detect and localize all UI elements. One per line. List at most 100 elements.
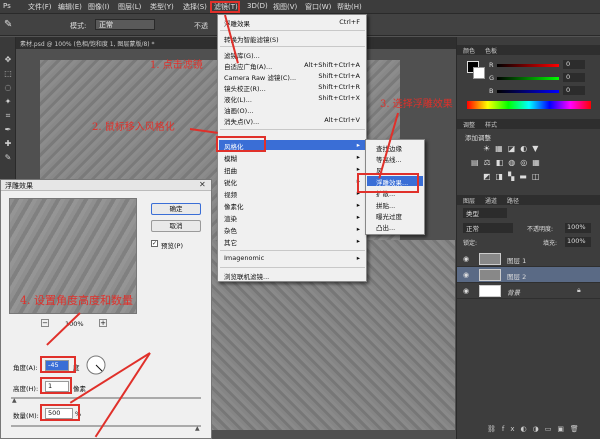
submenu-arrow-icon: ▸ xyxy=(356,237,360,245)
menu-select[interactable]: 选择(S) xyxy=(183,2,207,12)
tab-channels[interactable]: 通道 xyxy=(485,196,497,205)
layers-panel-tabs: 图层 通道 路径 xyxy=(457,195,600,205)
preview-checkbox[interactable]: ✓ xyxy=(151,240,158,247)
marquee-tool-icon[interactable]: ⬚ xyxy=(3,69,13,78)
menu-item-oil-paint[interactable]: 油画(O)... xyxy=(224,105,364,115)
r-value[interactable]: 0 xyxy=(563,60,585,69)
submenu-item-tiles[interactable]: 拼贴... xyxy=(376,200,395,210)
color-spectrum[interactable] xyxy=(467,101,591,109)
menu-item-noise[interactable]: 杂色 xyxy=(224,225,364,235)
menu-item-imagenomic[interactable]: Imagenomic xyxy=(224,254,364,262)
tab-layers[interactable]: 图层 xyxy=(463,196,475,205)
eye-icon[interactable]: ◉ xyxy=(463,255,469,263)
layer-row[interactable]: ◉ 背景 🔒︎ xyxy=(457,283,600,299)
document-tab[interactable]: 素材.psd @ 100% (色相/饱和度 1, 图层蒙版/8) * xyxy=(20,39,155,48)
adjust-icons-row-1[interactable]: ☀▦◪◐▼ xyxy=(483,144,575,154)
layer-name: 背景 xyxy=(507,289,520,297)
amount-slider[interactable] xyxy=(11,425,201,427)
menu-edit[interactable]: 编辑(E) xyxy=(58,2,82,12)
menu-3d[interactable]: 3D(D) xyxy=(247,2,268,10)
menu-item-distort[interactable]: 扭曲 xyxy=(224,165,364,175)
lasso-tool-icon[interactable]: ◌ xyxy=(3,83,13,92)
menu-window[interactable]: 窗口(W) xyxy=(305,2,331,12)
layer-kind-filter[interactable]: 类型 xyxy=(463,208,507,218)
r-slider[interactable] xyxy=(497,64,559,67)
highlight-box-filter-menu xyxy=(210,1,240,13)
blend-mode-select[interactable]: 正常 xyxy=(463,223,513,233)
menu-shortcut: Alt+Ctrl+V xyxy=(324,116,360,124)
cancel-button[interactable]: 取消 xyxy=(151,220,201,232)
layer-row[interactable]: ◉ 图层 1 xyxy=(457,251,600,267)
opacity-label: 不透 xyxy=(194,22,208,30)
menu-view[interactable]: 视图(V) xyxy=(273,2,297,12)
adjust-panel-tabs: 调整 样式 xyxy=(457,119,600,129)
menu-layer[interactable]: 图层(L) xyxy=(118,2,141,12)
b-value[interactable]: 0 xyxy=(563,86,585,95)
eyedropper-icon[interactable]: ✒ xyxy=(3,125,13,134)
mode-select[interactable]: 正常 xyxy=(95,19,155,30)
tab-color[interactable]: 颜色 xyxy=(463,46,475,55)
menu-image[interactable]: 图像(I) xyxy=(88,2,110,12)
menu-file[interactable]: 文件(F) xyxy=(28,2,52,12)
menu-shortcut: Shift+Ctrl+R xyxy=(318,83,360,91)
submenu-item-contour[interactable]: 等高线... xyxy=(376,154,402,164)
lock-label: 锁定: xyxy=(463,240,478,247)
layer-name: 图层 2 xyxy=(507,273,527,281)
menu-type[interactable]: 类型(Y) xyxy=(150,2,174,12)
menu-item-other[interactable]: 其它 xyxy=(224,237,364,247)
angle-dial[interactable] xyxy=(85,354,107,376)
brush-icon[interactable]: ✎ xyxy=(4,19,12,30)
menu-item-sharpen[interactable]: 锐化 xyxy=(224,177,364,187)
fill-value[interactable]: 100% xyxy=(565,237,591,247)
menu-shortcut: Shift+Ctrl+A xyxy=(318,72,360,80)
dialog-titlebar[interactable]: 浮雕效果 ✕ xyxy=(1,180,211,191)
zoom-in-icon[interactable]: + xyxy=(99,319,107,327)
menu-item-render[interactable]: 渲染 xyxy=(224,213,364,223)
menu-item-blur[interactable]: 模糊 xyxy=(224,153,364,163)
annotation-step-4: 4. 设置角度高度和数量 xyxy=(20,294,133,307)
submenu-item-solarize[interactable]: 曝光过度 xyxy=(376,211,402,221)
menu-separator xyxy=(220,267,365,268)
amount-label: 数量(M): xyxy=(13,412,39,420)
eye-icon[interactable]: ◉ xyxy=(463,287,469,295)
close-icon[interactable]: ✕ xyxy=(199,180,206,189)
layer-name: 图层 1 xyxy=(507,257,527,265)
height-slider-thumb[interactable]: ▲ xyxy=(12,397,17,404)
tab-styles[interactable]: 样式 xyxy=(485,120,497,129)
tab-swatches[interactable]: 色板 xyxy=(485,46,497,55)
height-slider[interactable] xyxy=(11,397,201,399)
menu-bar: Ps 文件(F) 编辑(E) 图像(I) 图层(L) 类型(Y) 选择(S) 滤… xyxy=(0,0,600,14)
color-panel-tabs: 颜色 色板 xyxy=(457,45,600,55)
eye-icon[interactable]: ◉ xyxy=(463,271,469,279)
brush-tool-icon[interactable]: ✎ xyxy=(3,153,13,162)
menu-item-video[interactable]: 视频 xyxy=(224,189,364,199)
layer-row-selected[interactable]: ◉ 图层 2 xyxy=(457,267,600,283)
g-slider[interactable] xyxy=(497,77,559,80)
b-slider[interactable] xyxy=(497,90,559,93)
submenu-arrow-icon: ▸ xyxy=(356,153,360,161)
layers-footer-icons[interactable]: ⛓fx◐◑▭▣🗑︎ xyxy=(487,425,597,435)
annotation-step-2: 2. 鼠标移入风格化 xyxy=(92,122,175,133)
move-tool-icon[interactable]: ✥ xyxy=(3,55,13,64)
menu-separator xyxy=(220,129,365,130)
ok-button[interactable]: 确定 xyxy=(151,203,201,215)
adjust-icons-row-3[interactable]: ◩◨▚▬◫ xyxy=(483,172,575,182)
amount-slider-thumb[interactable]: ▲ xyxy=(195,425,200,432)
menu-item-smart-filter[interactable]: 转换为智能滤镜(S) xyxy=(224,34,364,44)
healing-brush-icon[interactable]: ✚ xyxy=(3,139,13,148)
quick-select-icon[interactable]: ✦ xyxy=(3,97,13,106)
zoom-out-icon[interactable]: − xyxy=(41,319,49,327)
background-swatch[interactable] xyxy=(473,67,485,79)
menu-item-browse-online[interactable]: 浏览联机滤镜... xyxy=(224,271,364,281)
layer-opacity-value[interactable]: 100% xyxy=(565,223,591,233)
crop-tool-icon[interactable]: ⌗ xyxy=(3,111,13,120)
adjust-icons-row-2[interactable]: ▤⚖◧◍◎▦ xyxy=(471,158,581,168)
g-value[interactable]: 0 xyxy=(563,73,585,82)
menu-item-pixelate[interactable]: 像素化 xyxy=(224,201,364,211)
tab-paths[interactable]: 路径 xyxy=(507,196,519,205)
right-panel: 颜色 色板 R 0 G 0 B 0 调整 样式 添加调整 ☀▦◪◐▼ ▤⚖◧◍◎… xyxy=(456,37,600,439)
tab-adjustments[interactable]: 调整 xyxy=(463,120,475,129)
menu-item-filter-gallery[interactable]: 滤镜库(G)... xyxy=(224,50,364,60)
submenu-item-extrude[interactable]: 凸出... xyxy=(376,222,395,232)
menu-help[interactable]: 帮助(H) xyxy=(337,2,362,12)
